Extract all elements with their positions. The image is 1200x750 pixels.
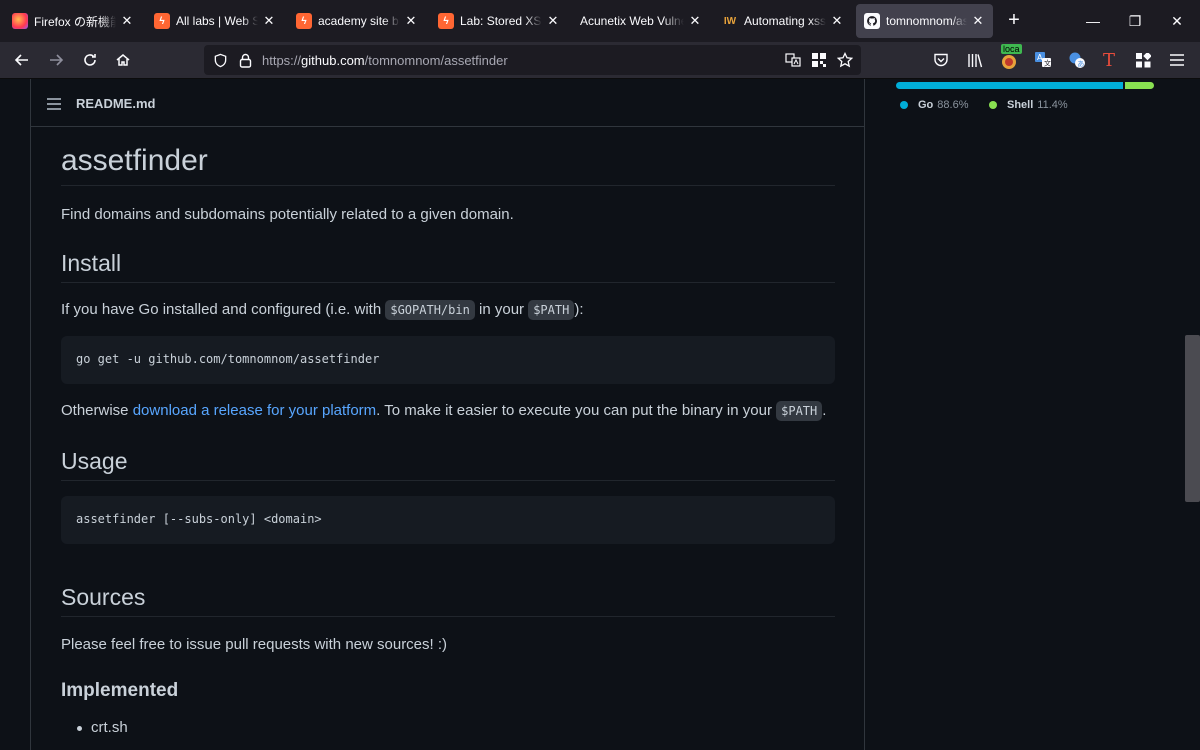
divider: [61, 616, 835, 617]
readme-header: README.md: [31, 79, 864, 127]
language-bar-go: [896, 82, 1123, 89]
implemented-heading: Implemented: [61, 680, 179, 701]
download-release-link[interactable]: download a release for your platform: [133, 402, 376, 419]
language-bar: [896, 82, 1154, 89]
restore-button[interactable]: ❐: [1112, 0, 1158, 42]
back-button[interactable]: [7, 46, 37, 74]
tab-academy-site-bugs[interactable]: ϟ academy site bugs ✕: [288, 4, 426, 38]
tab-title: Lab: Stored XSS int: [460, 14, 542, 28]
list-item: crt.sh: [77, 719, 128, 736]
scrollbar-thumb[interactable]: [1185, 335, 1200, 502]
tab-lab-stored-xss[interactable]: ϟ Lab: Stored XSS int ✕: [430, 4, 568, 38]
close-tab-icon[interactable]: ✕: [830, 13, 844, 29]
close-tab-icon[interactable]: ✕: [688, 13, 702, 29]
hamburger-menu-icon[interactable]: [1165, 48, 1189, 72]
install-paragraph: If you have Go installed and configured …: [61, 300, 584, 320]
close-tab-icon[interactable]: ✕: [262, 13, 276, 29]
divider: [61, 282, 835, 283]
url-text[interactable]: https://github.com/tomnomnom/assetfinder: [262, 53, 508, 68]
arrow-right-icon: [50, 54, 64, 66]
otherwise-paragraph: Otherwise download a release for your pl…: [61, 401, 827, 421]
pocket-icon[interactable]: [929, 48, 953, 72]
go-dot-icon: [900, 101, 908, 109]
install-command[interactable]: go get -u github.com/tomnomnom/assetfind…: [76, 352, 379, 366]
inline-code: $GOPATH/bin: [385, 300, 475, 320]
home-icon: [116, 54, 130, 66]
localhost-extension-icon[interactable]: loca: [997, 44, 1022, 72]
table-of-contents-icon[interactable]: [47, 98, 61, 113]
svg-text:文: 文: [1044, 59, 1051, 68]
usage-heading: Usage: [61, 448, 128, 474]
tab-all-labs[interactable]: ϟ All labs | Web Secu ✕: [146, 4, 284, 38]
portswigger-icon: ϟ: [296, 13, 312, 29]
qr-code-icon[interactable]: [809, 50, 829, 70]
install-code-block: go get -u github.com/tomnomnom/assetfind…: [61, 336, 835, 384]
forward-button[interactable]: [41, 46, 71, 74]
library-icon[interactable]: [963, 48, 987, 72]
close-tab-icon[interactable]: ✕: [404, 13, 418, 29]
arrow-left-icon: [14, 54, 28, 66]
close-window-button[interactable]: ✕: [1154, 0, 1200, 42]
localhost-badge: loca: [1001, 44, 1022, 54]
lock-icon[interactable]: [235, 50, 255, 70]
tab-title: Automating xss id: [744, 14, 826, 28]
home-button[interactable]: [108, 46, 138, 74]
deepl-translate-icon[interactable]: あ: [1065, 48, 1089, 72]
readme-filename[interactable]: README.md: [76, 96, 155, 111]
tab-title: Firefox の新機能 -: [34, 14, 116, 29]
tab-acunetix[interactable]: Acunetix Web Vulnera ✕: [572, 4, 710, 38]
inline-code: $PATH: [528, 300, 575, 320]
language-bar-shell: [1124, 82, 1154, 89]
portswigger-icon: ϟ: [438, 13, 454, 29]
usage-code-block: assetfinder [--subs-only] <domain>: [61, 496, 835, 544]
portswigger-icon: ϟ: [154, 13, 170, 29]
language-go[interactable]: Go 88.6%: [900, 99, 968, 111]
web-page: README.md assetfinder Find domains and s…: [0, 79, 1200, 750]
reload-button[interactable]: [75, 46, 105, 74]
close-tab-icon[interactable]: ✕: [971, 13, 985, 29]
tab-automating-xss[interactable]: IW Automating xss id ✕: [714, 4, 852, 38]
readme-description: Find domains and subdomains potentially …: [61, 206, 514, 223]
iw-icon: IW: [723, 15, 737, 27]
install-heading: Install: [61, 250, 122, 276]
tab-strip: Firefox の新機能 - ✕ ϟ All labs | Web Secu ✕…: [0, 0, 1200, 42]
tab-title: tomnomnom/assetf: [886, 14, 967, 28]
shield-icon[interactable]: [210, 50, 230, 70]
t-extension-icon[interactable]: T: [1097, 48, 1121, 72]
divider: [61, 480, 835, 481]
tab-title: academy site bugs: [318, 14, 400, 28]
extensions-icon[interactable]: [1131, 48, 1155, 72]
inline-code: $PATH: [776, 401, 823, 421]
translate-extension-icon[interactable]: A文: [1031, 48, 1055, 72]
close-tab-icon[interactable]: ✕: [120, 13, 134, 29]
minimize-button[interactable]: —: [1070, 0, 1116, 42]
github-icon: [864, 13, 880, 29]
readme-title: assetfinder: [61, 144, 208, 177]
tab-github-assetfinder[interactable]: tomnomnom/assetf ✕: [856, 4, 993, 38]
sources-heading: Sources: [61, 584, 146, 610]
close-tab-icon[interactable]: ✕: [546, 13, 560, 29]
divider: [61, 185, 835, 186]
sources-paragraph: Please feel free to issue pull requests …: [61, 636, 448, 653]
bookmark-star-icon[interactable]: [835, 50, 855, 70]
svg-text:あ: あ: [1077, 60, 1084, 68]
tab-title: Acunetix Web Vulnera: [580, 14, 684, 28]
translate-page-icon[interactable]: [783, 50, 803, 70]
firefox-icon: [12, 13, 28, 29]
language-shell[interactable]: Shell 11.4%: [989, 99, 1068, 111]
tab-firefox-whats-new[interactable]: Firefox の新機能 - ✕: [4, 4, 142, 38]
usage-command[interactable]: assetfinder [--subs-only] <domain>: [76, 512, 322, 526]
shell-dot-icon: [989, 101, 997, 109]
reload-icon: [84, 54, 96, 66]
tab-title: All labs | Web Secu: [176, 14, 258, 28]
new-tab-button[interactable]: +: [999, 6, 1029, 34]
navigation-toolbar: https://github.com/tomnomnom/assetfinder…: [0, 42, 1200, 79]
address-bar[interactable]: https://github.com/tomnomnom/assetfinder: [204, 45, 861, 75]
